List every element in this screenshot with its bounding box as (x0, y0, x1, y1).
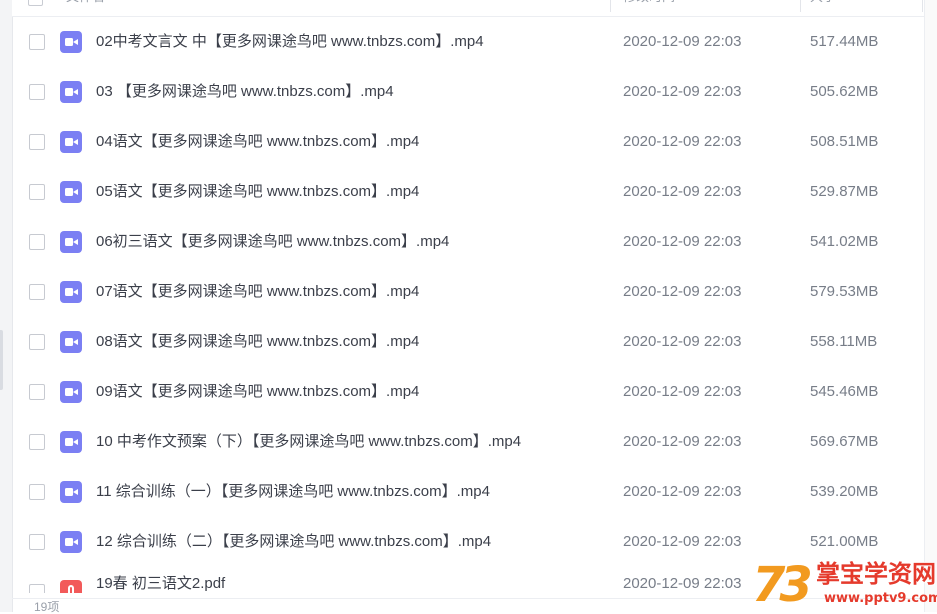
file-name[interactable]: 05语文【更多网课途鸟吧 www.tnbzs.com】.mp4 (96, 167, 419, 217)
file-row[interactable]: 10 中考作文预案（下）【更多网课途鸟吧 www.tnbzs.com】.mp4 … (12, 417, 924, 467)
file-size: 545.46MB (810, 383, 879, 400)
video-file-icon (60, 381, 82, 403)
file-size: 517.44MB (810, 33, 879, 50)
file-size: 508.51MB (810, 133, 879, 150)
file-modified-date: 2020-12-09 22:03 (623, 33, 742, 50)
file-checkbox[interactable] (29, 434, 45, 450)
file-checkbox[interactable] (29, 184, 45, 200)
file-modified-date: 2020-12-09 22:03 (623, 433, 742, 450)
column-header-size[interactable]: 大小 (810, 0, 836, 16)
pdf-file-icon (60, 580, 82, 593)
file-name[interactable]: 19春 初三语文2.pdf (96, 574, 225, 593)
file-checkbox[interactable] (29, 234, 45, 250)
video-file-icon (60, 481, 82, 503)
file-name[interactable]: 10 中考作文预案（下）【更多网课途鸟吧 www.tnbzs.com】.mp4 (96, 417, 521, 467)
file-modified-date: 2020-12-09 22:03 (623, 483, 742, 500)
file-row[interactable]: 05语文【更多网课途鸟吧 www.tnbzs.com】.mp4 2020-12-… (12, 167, 924, 217)
file-size: 529.87MB (810, 183, 879, 200)
file-modified-date: 2020-12-09 22:03 (623, 575, 742, 592)
column-divider (610, 0, 611, 12)
file-modified-date: 2020-12-09 22:03 (623, 283, 742, 300)
file-row[interactable]: 07语文【更多网课途鸟吧 www.tnbzs.com】.mp4 2020-12-… (12, 267, 924, 317)
file-size: 539.20MB (810, 483, 879, 500)
video-file-icon (60, 31, 82, 53)
file-name[interactable]: 03 【更多网课途鸟吧 www.tnbzs.com】.mp4 (96, 67, 394, 117)
file-row[interactable]: 09语文【更多网课途鸟吧 www.tnbzs.com】.mp4 2020-12-… (12, 367, 924, 417)
video-file-icon (60, 431, 82, 453)
file-checkbox[interactable] (29, 284, 45, 300)
file-checkbox[interactable] (29, 334, 45, 350)
file-checkbox[interactable] (29, 84, 45, 100)
video-file-icon (60, 81, 82, 103)
file-size: 541.02MB (810, 233, 879, 250)
file-name[interactable]: 12 综合训练（二）【更多网课途鸟吧 www.tnbzs.com】.mp4 (96, 517, 491, 567)
file-checkbox[interactable] (29, 584, 45, 593)
file-list-header: 文件名 修改时间 大小 (12, 0, 924, 17)
watermark-title: 掌宝学资网 (816, 560, 936, 588)
file-row[interactable]: 06初三语文【更多网课途鸟吧 www.tnbzs.com】.mp4 2020-1… (12, 217, 924, 267)
file-size: 558.11MB (810, 333, 878, 350)
file-modified-date: 2020-12-09 22:03 (623, 383, 742, 400)
watermark-logo: 73 (752, 557, 813, 613)
video-file-icon (60, 181, 82, 203)
file-checkbox[interactable] (29, 134, 45, 150)
file-name[interactable]: 02中考文言文 中【更多网课途鸟吧 www.tnbzs.com】.mp4 (96, 17, 484, 67)
file-modified-date: 2020-12-09 22:03 (623, 133, 742, 150)
file-row[interactable]: 02中考文言文 中【更多网课途鸟吧 www.tnbzs.com】.mp4 202… (12, 17, 924, 67)
select-all-checkbox[interactable] (28, 0, 43, 6)
file-modified-date: 2020-12-09 22:03 (623, 533, 742, 550)
file-checkbox[interactable] (29, 534, 45, 550)
file-name[interactable]: 09语文【更多网课途鸟吧 www.tnbzs.com】.mp4 (96, 367, 419, 417)
scrollbar[interactable] (924, 0, 937, 612)
file-checkbox[interactable] (29, 34, 45, 50)
column-divider (800, 0, 801, 12)
column-divider (922, 0, 923, 12)
file-modified-date: 2020-12-09 22:03 (623, 333, 742, 350)
video-file-icon (60, 231, 82, 253)
file-row[interactable]: 11 综合训练（一）【更多网课途鸟吧 www.tnbzs.com】.mp4 20… (12, 467, 924, 517)
file-name[interactable]: 06初三语文【更多网课途鸟吧 www.tnbzs.com】.mp4 (96, 217, 449, 267)
video-file-icon (60, 531, 82, 553)
watermark-url: www.pptv9.com (824, 591, 937, 606)
file-modified-date: 2020-12-09 22:03 (623, 183, 742, 200)
file-row[interactable]: 04语文【更多网课途鸟吧 www.tnbzs.com】.mp4 2020-12-… (12, 117, 924, 167)
watermark: 73 掌宝学资网 www.pptv9.com (752, 558, 937, 612)
file-modified-date: 2020-12-09 22:03 (623, 83, 742, 100)
file-name[interactable]: 08语文【更多网课途鸟吧 www.tnbzs.com】.mp4 (96, 317, 419, 367)
file-checkbox[interactable] (29, 384, 45, 400)
file-row[interactable]: 03 【更多网课途鸟吧 www.tnbzs.com】.mp4 2020-12-0… (12, 67, 924, 117)
panel-edge-handle (0, 330, 3, 390)
video-file-icon (60, 331, 82, 353)
file-name[interactable]: 07语文【更多网课途鸟吧 www.tnbzs.com】.mp4 (96, 267, 419, 317)
file-modified-date: 2020-12-09 22:03 (623, 233, 742, 250)
file-size: 579.53MB (810, 283, 879, 300)
file-row[interactable]: 08语文【更多网课途鸟吧 www.tnbzs.com】.mp4 2020-12-… (12, 317, 924, 367)
video-file-icon (60, 131, 82, 153)
file-name[interactable]: 04语文【更多网课途鸟吧 www.tnbzs.com】.mp4 (96, 117, 419, 167)
file-size: 505.62MB (810, 83, 879, 100)
file-size: 569.67MB (810, 433, 879, 450)
column-header-name[interactable]: 文件名 (66, 0, 105, 16)
column-header-modified[interactable]: 修改时间 (623, 0, 675, 16)
file-checkbox[interactable] (29, 484, 45, 500)
file-name[interactable]: 11 综合训练（一）【更多网课途鸟吧 www.tnbzs.com】.mp4 (96, 467, 490, 517)
video-file-icon (60, 281, 82, 303)
